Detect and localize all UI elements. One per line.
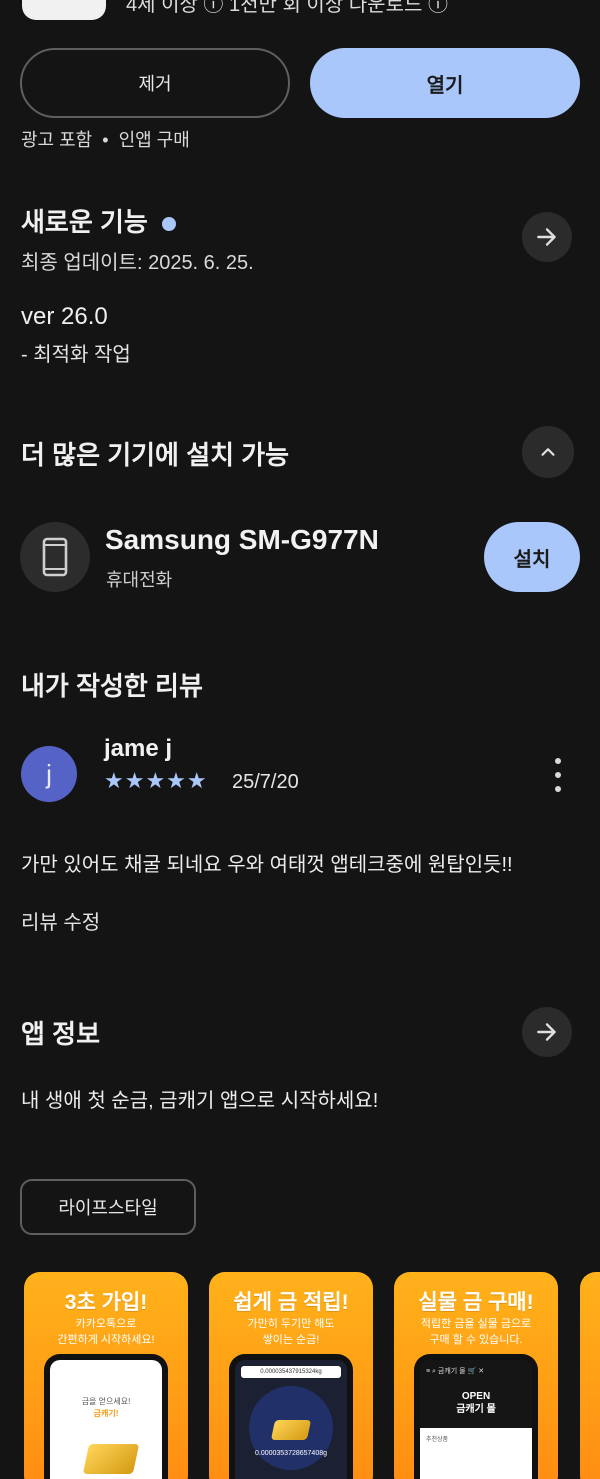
review-text: 가만 있어도 채굴 되네요 우와 여태껏 앱테크중에 원탑인듯!! [21,854,513,876]
reviewer-name: jame j [104,735,173,762]
arrow-right-icon [537,228,556,246]
avatar: j [21,746,77,802]
more-vert-icon-dot [555,786,561,792]
version-text: ver 26.0 [21,303,108,330]
phone-mockup: 0.000035437915324kg 0.0000353728657408g [229,1354,353,1479]
new-indicator-dot [161,217,176,232]
screenshot-subtitle: 카카오톡으로 간편하게 시작하세요! [57,1318,155,1346]
app-info-arrow-button[interactable] [522,1007,572,1057]
screenshot-3[interactable]: 실물 금 구매! 적립한 금을 실물 금으로 구매 할 수 있습니다. ≡ ⌕ … [394,1272,558,1479]
screenshot-2[interactable]: 쉽게 금 적립! 가만히 두기만 해도 쌓이는 순금! 0.0000354379… [209,1272,373,1479]
phone-screen: ≡ ⌕ 금캐기 몰 🛒 ✕ OPEN 금캐기 몰 추천상품 [420,1360,532,1479]
my-review-title: 내가 작성한 리뷰 [21,671,203,701]
app-description: 내 생애 첫 순금, 금캐기 앱으로 시작하세요! [21,1090,379,1112]
phone-screen: 금을 얻으세요! 금캐기! [50,1360,162,1479]
screenshot-subtitle: 가만히 두기만 해도 쌓이는 순금! [247,1318,335,1346]
screenshot-title: 쉽게 금 적립! [233,1291,349,1314]
review-more-button[interactable] [548,758,568,792]
gold-bar-image [270,1420,312,1440]
screen-text: 금캐기! [93,1409,119,1418]
chevron-up-icon [541,448,555,456]
device-type: 휴대전화 [106,570,173,590]
screen-open-banner: OPEN 금캐기 몰 [456,1391,496,1415]
in-app-purchase-label: 인앱 구매 [118,130,190,150]
arrow-right-icon [537,1023,556,1041]
screenshot-subtitle: 적립한 금을 실물 금으로 구매 할 수 있습니다. [420,1318,532,1346]
screenshot-4-partial[interactable] [580,1272,600,1479]
phone-screen: 0.000035437915324kg 0.0000353728657408g [235,1360,347,1479]
screenshot-title: 실물 금 구매! [418,1291,534,1314]
app-meta-row: 4세 이상 ⓘ 1천만 회 이상 다운로드 ⓘ [126,0,448,16]
monetization-tags: 광고 포함 • 인앱 구매 [21,126,190,152]
device-icon-container [20,522,90,592]
contains-ads-label: 광고 포함 [21,130,93,150]
screen-balance-bar: 0.000035437915324kg [241,1366,341,1378]
last-updated-text: 최종 업데이트: 2025. 6. 25. [21,252,254,274]
screenshot-1[interactable]: 3초 가입! 카카오톡으로 간편하게 시작하세요! 금을 얻으세요! 금캐기! [24,1272,188,1479]
more-vert-icon-dot [555,758,561,764]
screen-panel-text: 추천상품 [426,1437,449,1443]
screenshot-title: 3초 가입! [64,1291,148,1314]
more-vert-icon-dot [555,772,561,778]
review-date: 25/7/20 [232,771,299,793]
uninstall-button[interactable]: 제거 [20,48,290,118]
release-note-text: - 최적화 작업 [21,344,131,366]
install-on-device-button[interactable]: 설치 [484,522,580,592]
collapse-devices-button[interactable] [522,426,574,478]
separator-dot: • [102,130,109,150]
whats-new-title[interactable]: 새로운 기능 [21,202,176,239]
edit-review-link[interactable]: 리뷰 수정 [21,906,100,935]
phone-mockup: 금을 얻으세요! 금캐기! [44,1354,168,1479]
phone-icon [42,537,68,577]
screen-menu-bar: ≡ ⌕ 금캐기 몰 🛒 ✕ [426,1368,485,1375]
category-chip[interactable]: 라이프스타일 [20,1179,196,1235]
screen-panel: 추천상품 [420,1428,532,1479]
screen-number: 0.0000353728657408g [254,1450,328,1457]
app-info-title: 앱 정보 [21,1019,100,1049]
phone-mockup: ≡ ⌕ 금캐기 몰 🛒 ✕ OPEN 금캐기 몰 추천상품 [414,1354,538,1479]
gold-bar-image [82,1444,140,1474]
more-devices-title: 더 많은 기기에 설치 가능 [21,440,290,470]
screen-text: 금을 얻으세요! [81,1397,131,1406]
app-icon [22,0,106,20]
device-name: Samsung SM-G977N [105,524,379,555]
open-button[interactable]: 열기 [310,48,580,118]
whats-new-title-text: 새로운 기능 [21,207,148,237]
whats-new-arrow-button[interactable] [522,212,572,262]
star-rating: ★★★★★ [104,768,208,793]
